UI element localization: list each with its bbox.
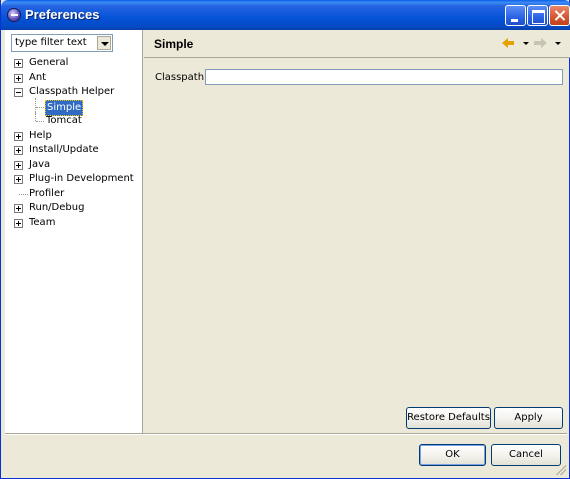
expand-icon[interactable] xyxy=(14,146,23,155)
ok-button[interactable]: OK xyxy=(419,444,486,466)
tree-item[interactable]: Java xyxy=(5,158,143,173)
tree-item-label: Help xyxy=(29,129,52,141)
page-content: Classpath Restore Defaults Apply xyxy=(144,59,570,433)
preferences-window: Preferences type filter text General Ant C… xyxy=(0,0,570,479)
expand-icon[interactable] xyxy=(14,175,23,184)
tree-item[interactable]: Tomcat xyxy=(5,112,143,129)
tree-item-label: Run/Debug xyxy=(29,202,85,213)
filter-input[interactable]: type filter text xyxy=(15,37,87,48)
back-arrow-icon[interactable] xyxy=(502,36,518,50)
tree-item-label: Plug-in Development xyxy=(29,173,134,184)
resize-grip-icon[interactable] xyxy=(556,465,566,475)
tree-connector xyxy=(36,121,44,122)
expand-icon[interactable] xyxy=(14,204,23,213)
cancel-button[interactable]: Cancel xyxy=(491,444,561,466)
tree-item[interactable]: Team xyxy=(5,216,143,231)
tree-item-label: Install/Update xyxy=(29,144,99,155)
tree-item[interactable]: Ant xyxy=(5,71,143,86)
collapse-icon[interactable] xyxy=(14,88,23,97)
maximize-button[interactable] xyxy=(527,5,548,26)
tree-item[interactable]: Install/Update xyxy=(5,143,143,158)
forward-history-dropdown-icon[interactable] xyxy=(555,42,561,45)
forward-arrow-icon[interactable] xyxy=(534,36,550,50)
classpath-input[interactable] xyxy=(205,69,563,85)
tree-connector xyxy=(36,106,44,108)
expand-icon[interactable] xyxy=(14,131,23,141)
tree-item[interactable]: General xyxy=(5,56,143,71)
expand-icon[interactable] xyxy=(14,73,23,83)
tree-connector xyxy=(19,193,28,195)
tree-item[interactable]: Simple xyxy=(5,97,143,116)
eclipse-icon xyxy=(7,8,21,22)
expand-icon[interactable] xyxy=(14,218,23,228)
window-title: Preferences xyxy=(25,7,100,22)
tree-item[interactable]: Classpath Helper xyxy=(5,85,143,100)
tree-item-label: Classpath Helper xyxy=(29,86,115,97)
apply-button[interactable]: Apply xyxy=(494,407,563,429)
tree-item[interactable]: Profiler xyxy=(5,187,143,202)
tree-item[interactable]: Run/Debug xyxy=(5,201,143,216)
restore-defaults-button[interactable]: Restore Defaults xyxy=(406,407,491,429)
dialog-separator xyxy=(5,433,567,435)
tree-item-label: General xyxy=(29,57,69,68)
tree-connector xyxy=(35,112,36,121)
close-button[interactable] xyxy=(549,5,570,26)
tree-item-label: Team xyxy=(29,216,56,228)
chevron-down-icon[interactable] xyxy=(97,36,111,50)
back-history-dropdown-icon[interactable] xyxy=(523,42,529,45)
tree-item-label: Ant xyxy=(29,71,47,83)
preferences-sidebar: type filter text General Ant Classpath Hel… xyxy=(5,30,143,433)
expand-icon[interactable] xyxy=(14,59,23,68)
expand-icon[interactable] xyxy=(14,160,23,170)
page-title: Simple xyxy=(154,37,194,51)
preferences-tree: General Ant Classpath Helper Simple Tomcat He… xyxy=(5,56,143,230)
classpath-label: Classpath xyxy=(155,72,205,83)
tree-item-label: Tomcat xyxy=(46,115,82,126)
tree-item[interactable]: Plug-in Development xyxy=(5,172,143,187)
minimize-button[interactable] xyxy=(505,5,526,26)
tree-item[interactable]: Help xyxy=(5,129,143,144)
page-header: Simple xyxy=(144,30,570,58)
tree-item-label: Profiler xyxy=(29,187,65,199)
filter-combo[interactable]: type filter text xyxy=(11,34,113,52)
title-bar[interactable]: Preferences xyxy=(1,0,570,30)
tree-item-label: Java xyxy=(29,158,51,170)
